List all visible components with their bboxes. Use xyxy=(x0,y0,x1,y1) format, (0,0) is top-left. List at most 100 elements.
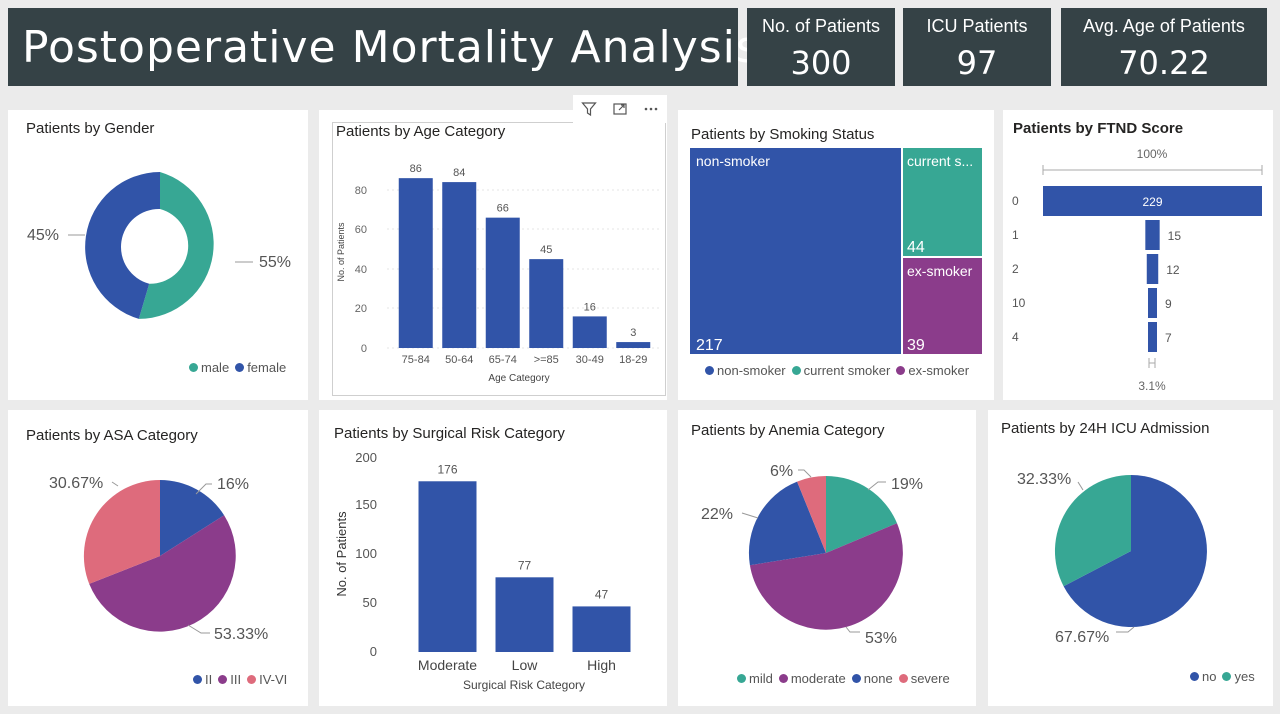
legend-item-non-smoker[interactable]: non-smoker xyxy=(705,363,786,378)
smoking-treemap[interactable]: non-smoker 217 current s... 44 ex-smoker… xyxy=(678,110,994,400)
y-tick-label: 50 xyxy=(363,595,377,610)
x-tick-label: Moderate xyxy=(418,657,477,673)
leader-line xyxy=(845,626,860,633)
funnel-bar-1[interactable] xyxy=(1145,220,1160,250)
anemia-chart-card[interactable]: Patients by Anemia Category 19% 53% 22% … xyxy=(678,410,976,706)
tile-value: 217 xyxy=(696,337,723,354)
funnel-data-label: 7 xyxy=(1165,331,1172,345)
legend-item-female[interactable]: female xyxy=(235,360,286,375)
y-tick-label: 20 xyxy=(355,303,367,315)
legend-label: III xyxy=(230,672,242,687)
x-tick-label: High xyxy=(587,657,616,673)
icu-admission-pie-chart[interactable]: 67.67% 32.33% xyxy=(988,410,1273,706)
legend-label: severe xyxy=(910,671,950,686)
funnel-bottom-bracket xyxy=(1148,358,1156,368)
icu-legend: no yes xyxy=(1190,669,1255,684)
legend-label: current smoker xyxy=(803,363,891,378)
anemia-pie-chart[interactable]: 19% 53% 22% 6% xyxy=(678,410,976,706)
funnel-bar-2[interactable] xyxy=(1146,254,1159,284)
age-chart-card[interactable]: Patients by Age Category 0 20 40 60 80 N… xyxy=(319,110,667,400)
legend-item-ex-smoker[interactable]: ex-smoker xyxy=(896,363,969,378)
x-axis-title: Age Category xyxy=(488,373,549,384)
bar-18-29[interactable] xyxy=(616,342,651,348)
bar-low[interactable] xyxy=(495,577,554,652)
legend-dot xyxy=(247,675,257,684)
y-tick-label: 0 xyxy=(370,644,377,659)
funnel-category-label: 0 xyxy=(1012,194,1019,208)
male-data-label: 55% xyxy=(259,254,291,271)
filter-icon[interactable] xyxy=(577,97,601,121)
severe-data-label: 6% xyxy=(770,463,793,480)
legend-dot xyxy=(737,674,746,683)
legend-label: none xyxy=(863,671,893,686)
icu-admission-chart-card[interactable]: Patients by 24H ICU Admission 67.67% 32.… xyxy=(988,410,1273,706)
surgical-risk-chart-card[interactable]: Patients by Surgical Risk Category 0 50 … xyxy=(319,410,667,706)
legend-item-male[interactable]: male xyxy=(189,360,229,375)
funnel-data-label: 9 xyxy=(1165,297,1172,311)
kpi-card-icu-patients[interactable]: ICU Patients 97 xyxy=(903,8,1051,86)
ftnd-funnel-chart[interactable]: 100% 0 229 1 15 2 12 10 9 4 7 3.1% xyxy=(1003,110,1273,400)
funnel-data-label: 12 xyxy=(1166,263,1180,277)
bar-data-label: 84 xyxy=(453,167,465,179)
funnel-data-label: 229 xyxy=(1142,195,1162,209)
gender-chart-card[interactable]: Patients by Gender 55% 45% male female xyxy=(8,110,308,400)
bar-high[interactable] xyxy=(572,606,631,652)
bar-data-label: 16 xyxy=(584,301,596,313)
x-tick-label: 50-64 xyxy=(445,354,473,366)
legend-item-ii[interactable]: II xyxy=(193,672,212,687)
legend-item-mild[interactable]: mild xyxy=(737,671,773,686)
legend-item-yes[interactable]: yes xyxy=(1222,669,1255,684)
legend-item-current-smoker[interactable]: current smoker xyxy=(791,363,891,378)
y-tick-label: 0 xyxy=(361,343,367,355)
age-bar-chart[interactable]: 0 20 40 60 80 No. of Patients 86 75-84 84 5… xyxy=(319,110,667,400)
bar-65-74[interactable] xyxy=(485,217,520,348)
legend-label: male xyxy=(201,360,230,375)
funnel-bar-4[interactable] xyxy=(1148,322,1157,352)
legend-label: II xyxy=(205,672,213,687)
legend-dot xyxy=(851,674,861,683)
ftnd-chart-card[interactable]: Patients by FTND Score 100% 0 229 1 15 2 12 10… xyxy=(1003,110,1273,400)
x-axis-title: Surgical Risk Category xyxy=(463,678,585,692)
kpi-value: 70.22 xyxy=(1118,44,1210,82)
surgical-risk-bar-chart[interactable]: 0 50 100 150 200 No. of Patients 176 Mode… xyxy=(319,410,667,706)
asa-legend: II III IV-VI xyxy=(193,672,287,687)
anemia-legend: mild moderate none severe xyxy=(737,671,950,686)
y-tick-label: 80 xyxy=(355,185,367,197)
bar-50-64[interactable] xyxy=(442,182,477,348)
asa-ii-data-label: 16% xyxy=(217,476,249,493)
asa-chart-card[interactable]: Patients by ASA Category 16% 53.33% 30.6… xyxy=(8,410,308,706)
funnel-span-bracket xyxy=(1042,165,1263,175)
x-tick-label: 65-74 xyxy=(489,354,517,366)
legend-item-severe[interactable]: severe xyxy=(898,671,950,686)
more-options-icon[interactable] xyxy=(639,97,663,121)
tile-value: 39 xyxy=(907,337,925,354)
legend-dot xyxy=(235,363,245,372)
leader-line xyxy=(741,512,759,519)
legend-item-none[interactable]: none xyxy=(851,671,893,686)
focus-mode-icon[interactable] xyxy=(608,97,632,121)
asa-pie-chart[interactable]: 16% 53.33% 30.67% xyxy=(8,410,308,706)
gender-donut-chart[interactable]: 55% 45% xyxy=(8,110,308,400)
bar-75-84[interactable] xyxy=(398,178,433,348)
legend-item-no[interactable]: no xyxy=(1190,669,1216,684)
bar-30-49[interactable] xyxy=(572,316,607,348)
non-smoker-tile[interactable] xyxy=(690,148,901,354)
bar-moderate[interactable] xyxy=(418,481,477,652)
funnel-data-label: 15 xyxy=(1168,229,1182,243)
legend-item-iv-vi[interactable]: IV-VI xyxy=(247,672,287,687)
legend-item-iii[interactable]: III xyxy=(218,672,241,687)
legend-item-moderate[interactable]: moderate xyxy=(778,671,846,686)
legend-dot xyxy=(778,674,788,683)
legend-dot xyxy=(1190,672,1199,681)
leader-line xyxy=(1116,626,1135,633)
bar->=85[interactable] xyxy=(529,259,564,348)
x-tick-label: 75-84 xyxy=(402,354,430,366)
kpi-card-patients[interactable]: No. of Patients 300 xyxy=(747,8,895,86)
funnel-bar-10[interactable] xyxy=(1148,288,1157,318)
tile-value: 44 xyxy=(907,239,925,256)
y-tick-label: 200 xyxy=(355,450,377,465)
smoking-chart-card[interactable]: Patients by Smoking Status non-smoker 21… xyxy=(678,110,994,400)
legend-dot xyxy=(896,366,906,375)
none-data-label: 22% xyxy=(701,506,733,523)
kpi-card-avg-age[interactable]: Avg. Age of Patients 70.22 xyxy=(1061,8,1267,86)
